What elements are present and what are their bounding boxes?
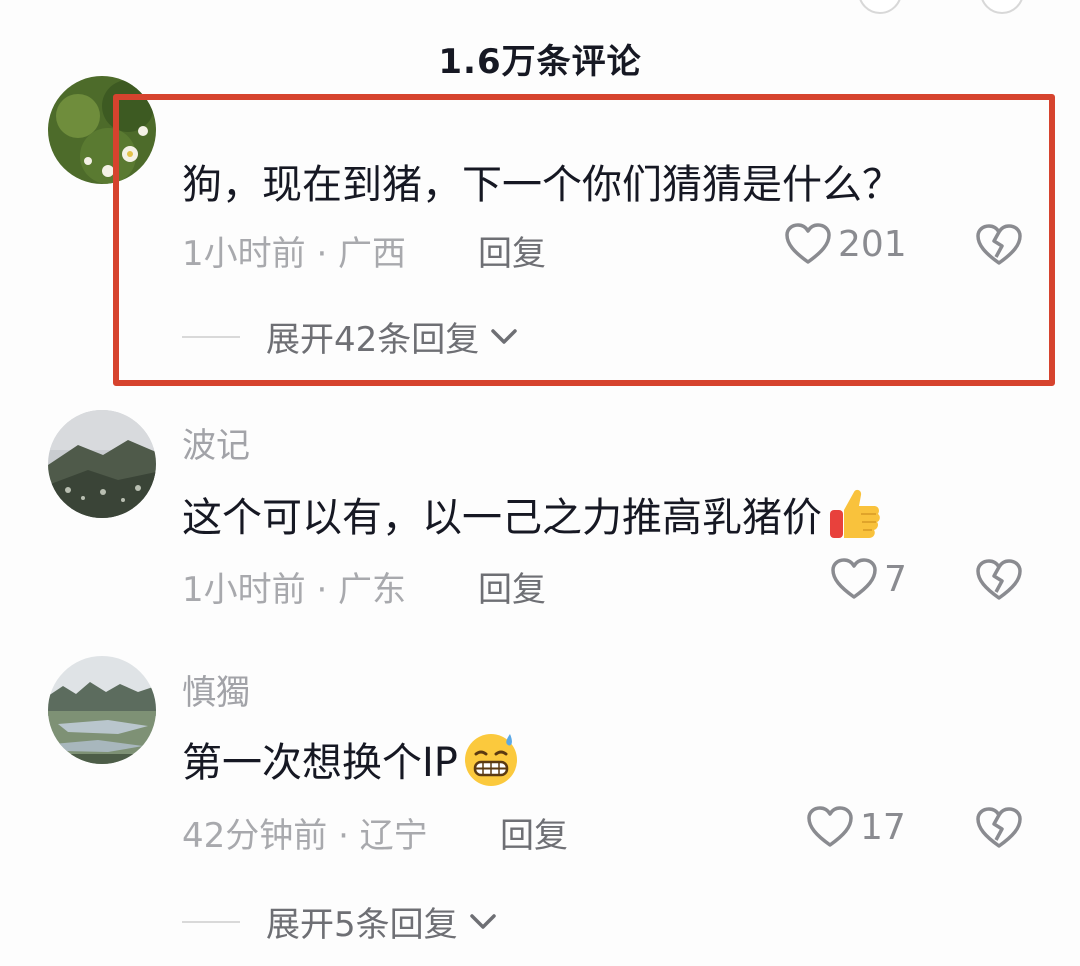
- dislike-button[interactable]: [975, 558, 1023, 606]
- comments-count-title: 1.6万条评论: [438, 42, 642, 82]
- like-count: 17: [860, 806, 906, 848]
- like-button[interactable]: 201: [784, 222, 907, 266]
- comment-meta: 1小时前 · 广西: [182, 234, 407, 274]
- divider-line: [182, 920, 240, 923]
- landscape-avatar-icon: [48, 656, 156, 764]
- like-count: 7: [884, 558, 907, 600]
- avatar[interactable]: [48, 410, 156, 518]
- avatar[interactable]: [48, 76, 156, 184]
- mountain-avatar-icon: [48, 410, 156, 518]
- comment-meta: 1小时前 · 广东: [182, 570, 407, 610]
- comments-page: 1.6万条评论 狗，现在到猪，下一个你们猜猜是什么？ 1小时前 · 广西 回复 …: [0, 0, 1080, 966]
- broken-heart-icon: [976, 807, 1022, 848]
- broken-heart-icon: [976, 224, 1022, 265]
- flower-avatar-icon: [48, 76, 156, 184]
- heart-icon: [831, 558, 877, 599]
- reply-button[interactable]: 回复: [478, 562, 546, 611]
- heart-icon: [785, 223, 831, 264]
- expand-label: 展开5条回复: [266, 905, 458, 945]
- comment-text: 狗，现在到猪，下一个你们猜猜是什么？: [182, 162, 902, 208]
- thumbs-up-icon: [830, 489, 880, 538]
- broken-heart-icon: [976, 559, 1022, 600]
- partial-icon-top[interactable]: [858, 0, 902, 14]
- dislike-button[interactable]: [975, 806, 1023, 854]
- reply-button[interactable]: 回复: [500, 808, 568, 857]
- like-button[interactable]: 7: [830, 557, 907, 601]
- chevron-down-icon: [491, 328, 518, 344]
- grinning-sweat-icon: [464, 734, 517, 786]
- expand-replies-button[interactable]: 展开5条回复: [182, 897, 498, 946]
- chevron-down-icon: [469, 913, 496, 929]
- like-button[interactable]: 17: [806, 805, 906, 849]
- expand-label: 展开42条回复: [266, 320, 480, 360]
- username[interactable]: 慎獨: [182, 665, 250, 714]
- expand-replies-button[interactable]: 展开42条回复: [182, 312, 519, 361]
- comment-text: 这个可以有，以一己之力推高乳猪价: [182, 485, 882, 543]
- heart-icon: [807, 806, 853, 847]
- divider-line: [182, 335, 240, 338]
- username-partial: [182, 100, 302, 122]
- username[interactable]: 波记: [182, 418, 250, 467]
- dislike-button[interactable]: [975, 223, 1023, 271]
- comment-meta: 42分钟前 · 辽宁: [182, 816, 428, 856]
- avatar[interactable]: [48, 656, 156, 764]
- like-count: 201: [838, 223, 907, 265]
- comment-text: 第一次想换个IP: [182, 730, 520, 788]
- partial-icon-top-right[interactable]: [980, 0, 1024, 14]
- reply-button[interactable]: 回复: [478, 226, 546, 275]
